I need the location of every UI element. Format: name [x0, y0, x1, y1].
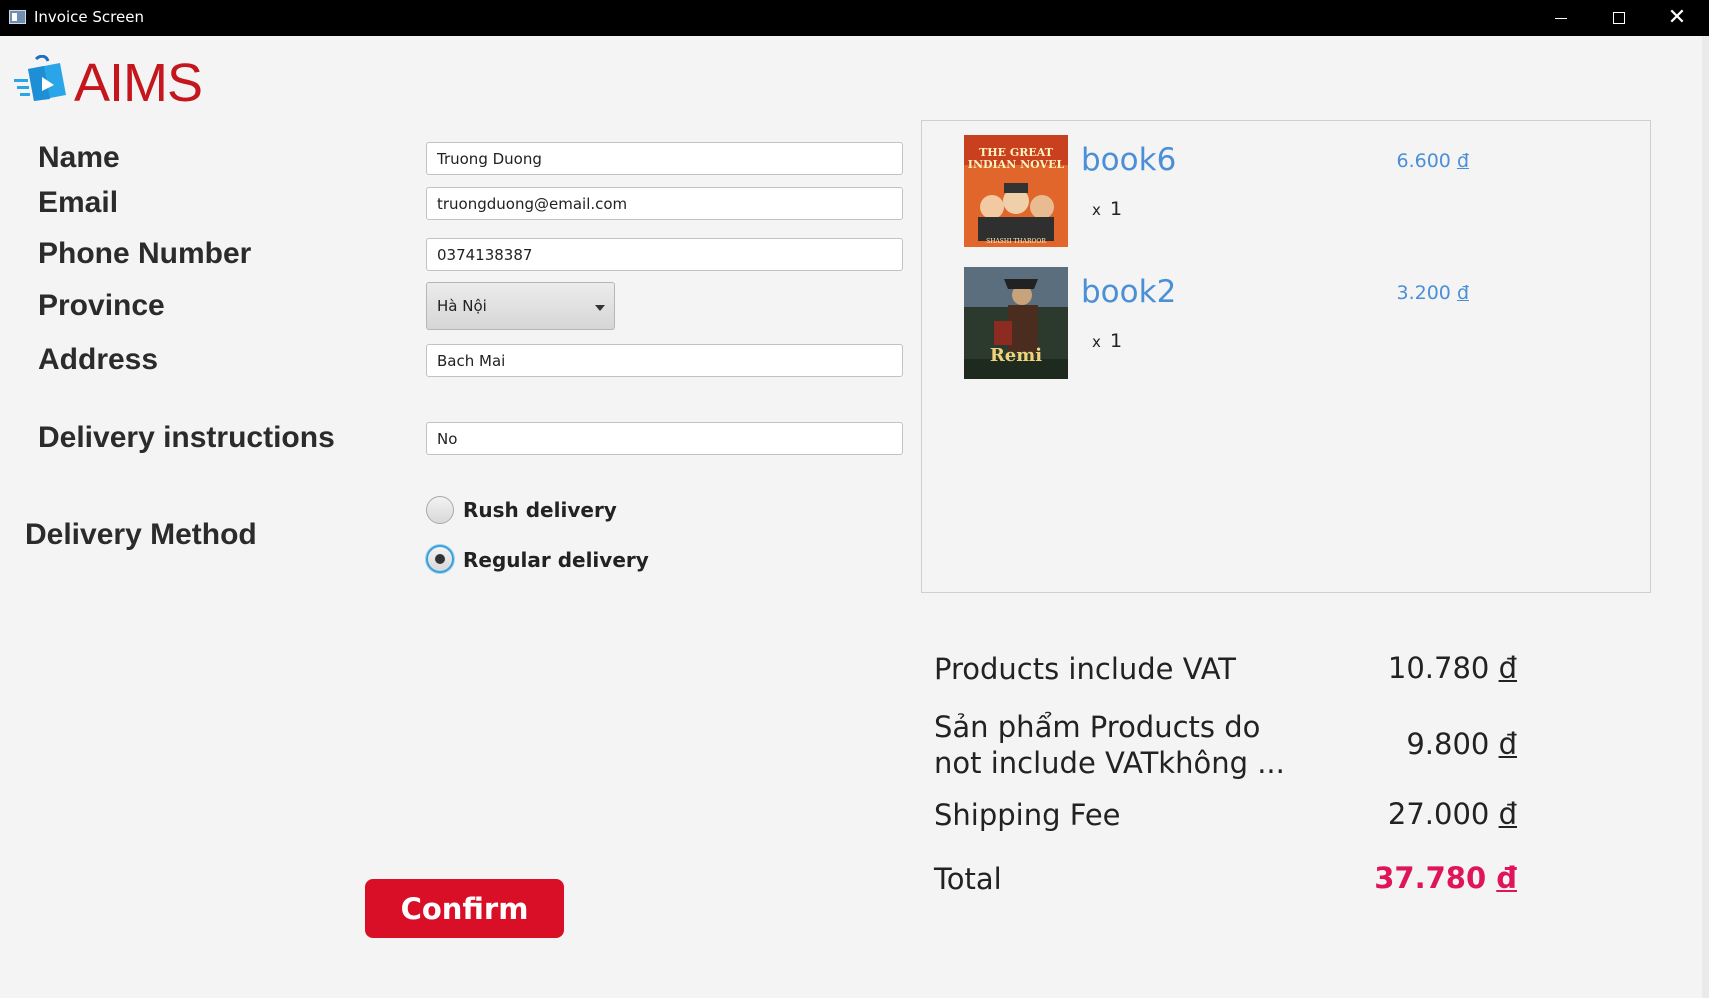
shipping-fee-label: Shipping Fee — [934, 798, 1121, 832]
non-vat-products-value: 9.800 đ — [1406, 727, 1517, 761]
cart-item-quantity-prefix: x — [1092, 201, 1101, 219]
title-bar: Invoice Screen ✕ — [0, 0, 1709, 36]
regular-delivery-label[interactable]: Regular delivery — [463, 548, 649, 572]
cart-item-quantity-prefix: x — [1092, 333, 1101, 351]
maximize-button[interactable] — [1590, 0, 1648, 36]
delivery-instructions-field[interactable]: No — [426, 422, 903, 455]
window-title: Invoice Screen — [34, 8, 144, 26]
vat-products-label: Products include VAT — [934, 652, 1237, 686]
close-button[interactable]: ✕ — [1648, 0, 1706, 36]
province-select[interactable]: Hà Nội — [426, 282, 615, 330]
shipping-fee-value: 27.000 đ — [1387, 797, 1517, 831]
close-icon: ✕ — [1667, 5, 1687, 30]
cart-item-quantity: 1 — [1110, 330, 1123, 352]
name-label: Name — [38, 141, 120, 174]
address-label: Address — [38, 343, 159, 376]
vat-products-value: 10.780 đ — [1387, 651, 1517, 685]
brand-name: AIMS — [74, 53, 203, 113]
minimize-button[interactable] — [1532, 0, 1590, 36]
book-cover-author: SHASHI THAROOR — [986, 238, 1046, 245]
phone-label: Phone Number — [38, 237, 252, 270]
total-value: 37.780 đ — [1374, 861, 1517, 895]
name-field[interactable]: Truong Duong — [426, 142, 903, 175]
cart-item-price: 3.200 đ — [1396, 282, 1470, 304]
book-cover-image: Remi — [964, 267, 1068, 379]
cart-item-name[interactable]: book6 — [1081, 142, 1176, 178]
cart-item-name[interactable]: book2 — [1081, 274, 1176, 310]
cart-panel: THE GREAT INDIAN NOVEL SHASHI THAROOR bo… — [921, 120, 1651, 593]
maximize-icon — [1613, 12, 1625, 24]
address-field[interactable]: Bach Mai — [426, 344, 903, 377]
email-field[interactable]: truongduong@email.com — [426, 187, 903, 220]
dropdown-caret-icon — [595, 305, 605, 311]
shopping-bag-logo-icon — [14, 55, 66, 101]
delivery-instructions-label: Delivery instructions — [38, 421, 335, 454]
scrollbar[interactable] — [1702, 36, 1709, 998]
rush-delivery-radio[interactable] — [426, 496, 454, 524]
book-cover-title: Remi — [989, 345, 1043, 366]
phone-field[interactable]: 0374138387 — [426, 238, 903, 271]
non-vat-products-label: Sản phẩm Products do not include VATkhôn… — [934, 710, 1285, 780]
confirm-button[interactable]: Confirm — [365, 879, 564, 938]
province-label: Province — [38, 289, 165, 322]
minimize-icon — [1555, 17, 1567, 19]
rush-delivery-label[interactable]: Rush delivery — [463, 498, 617, 522]
app-icon — [9, 10, 26, 24]
province-selected-value: Hà Nội — [437, 297, 487, 315]
delivery-method-label: Delivery Method — [25, 518, 257, 551]
book-cover-title: THE GREAT INDIAN NOVEL — [967, 146, 1065, 171]
cart-item-price: 6.600 đ — [1396, 150, 1470, 172]
email-label: Email — [38, 186, 119, 219]
regular-delivery-radio[interactable] — [426, 545, 454, 573]
book-cover-image: THE GREAT INDIAN NOVEL SHASHI THAROOR — [964, 135, 1068, 247]
cart-item-quantity: 1 — [1110, 198, 1123, 220]
total-label: Total — [934, 862, 1002, 896]
